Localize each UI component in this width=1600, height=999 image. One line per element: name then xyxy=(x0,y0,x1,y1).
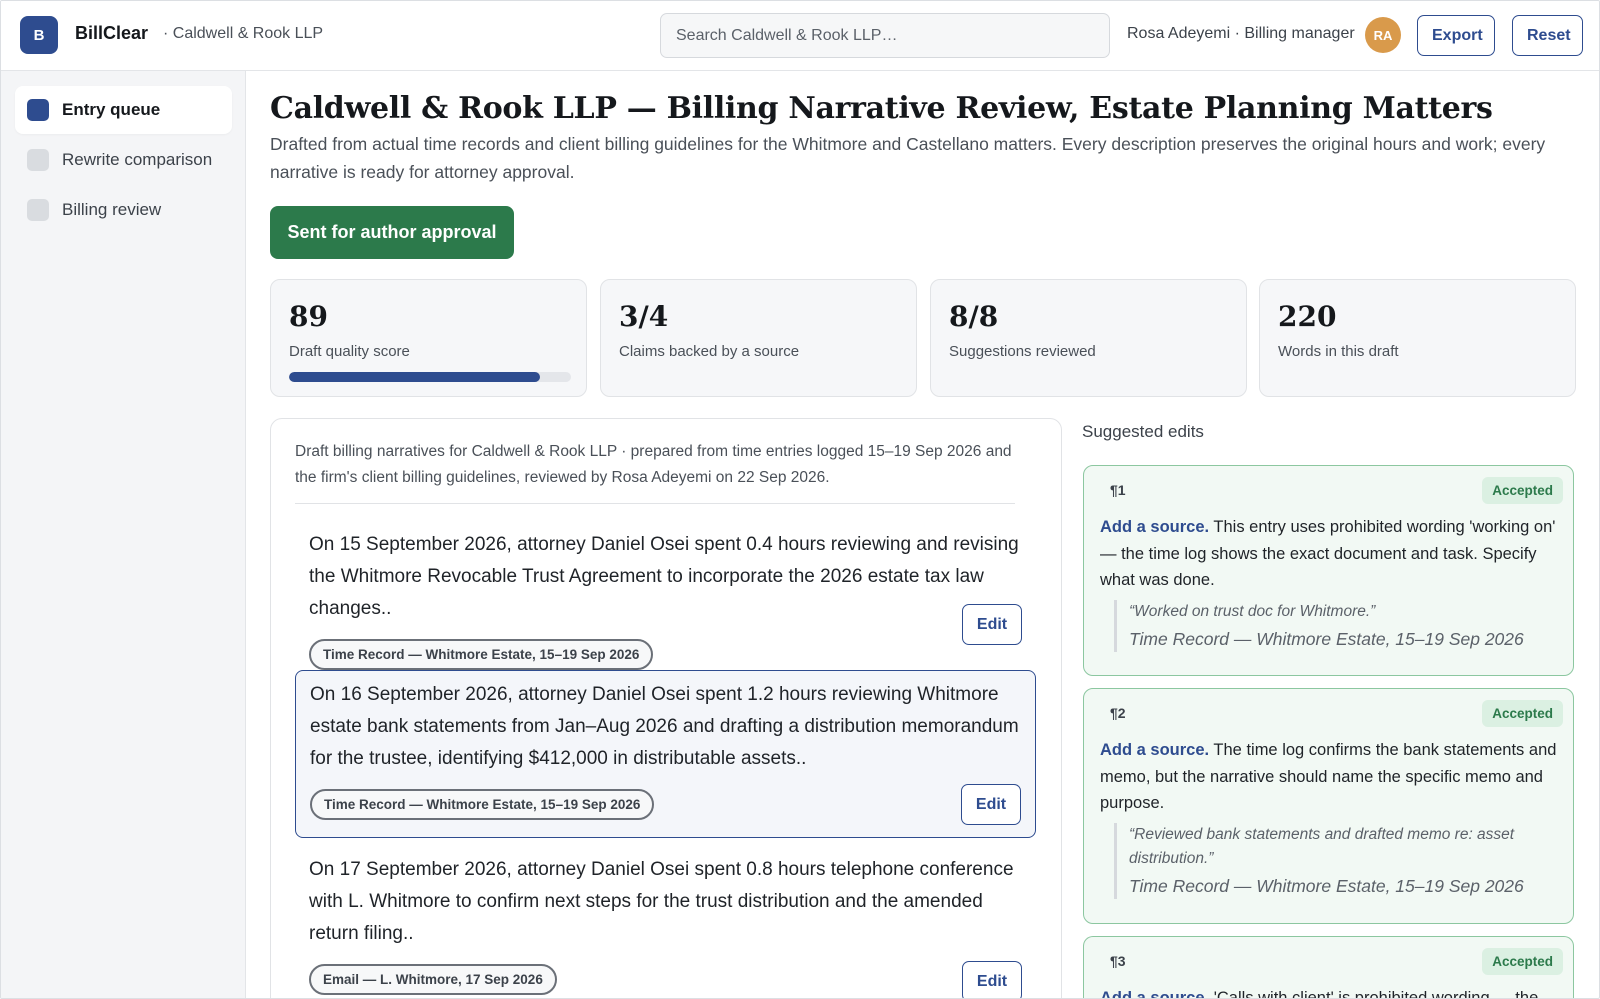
stat-card-claims: 3/4 Claims backed by a source xyxy=(600,279,917,397)
sidebar-item-label: Entry queue xyxy=(62,100,161,119)
quality-progress-bar xyxy=(289,372,571,382)
source-chip[interactable]: Email — L. Whitmore, 17 Sep 2026 xyxy=(309,964,557,995)
edit-button[interactable]: Edit xyxy=(961,784,1021,825)
paragraph-number: ¶1 xyxy=(1110,482,1126,498)
suggestion-body: Add a source. This entry uses prohibited… xyxy=(1100,514,1560,594)
status-badge: Accepted xyxy=(1482,700,1563,727)
paragraph-number: ¶3 xyxy=(1110,953,1126,969)
quality-progress-fill xyxy=(289,372,540,382)
quote-text: “Worked on trust doc for Whitmore.” xyxy=(1129,603,1376,620)
entry-text: On 15 September 2026, attorney Daniel Os… xyxy=(309,534,1019,619)
status-badge: Accepted xyxy=(1482,948,1563,975)
suggestion-quote: “Worked on trust doc for Whitmore.” Time… xyxy=(1114,600,1554,652)
top-bar: B BillClear · Caldwell & Rook LLP Rosa A… xyxy=(1,1,1599,71)
draft-document: Draft billing narratives for Caldwell & … xyxy=(270,418,1062,998)
sent-for-approval-button[interactable]: Sent for author approval xyxy=(270,206,514,259)
stat-value: 3/4 xyxy=(619,300,669,333)
quote-source: Time Record — Whitmore Estate, 15–19 Sep… xyxy=(1129,876,1524,896)
export-button[interactable]: Export xyxy=(1417,15,1495,56)
sidebar-item-label: Billing review xyxy=(62,200,162,219)
avatar[interactable]: RA xyxy=(1365,17,1401,53)
stat-label: Suggestions reviewed xyxy=(949,343,1096,360)
narrative-entry-selected[interactable]: On 16 September 2026, attorney Daniel Os… xyxy=(295,670,1036,838)
page-description: Drafted from actual time records and cli… xyxy=(270,134,1546,182)
sidebar-item-entry-queue[interactable]: Entry queue xyxy=(15,86,232,134)
sidebar-item-rewrite-comparison[interactable]: Rewrite comparison xyxy=(15,136,232,184)
suggestion-card[interactable]: ¶1 Accepted Add a source. This entry use… xyxy=(1083,465,1574,676)
add-source-link[interactable]: Add a source. xyxy=(1100,989,1209,998)
client-name: · Caldwell & Rook LLP xyxy=(163,25,324,42)
paragraph-number: ¶2 xyxy=(1110,705,1126,721)
sidebar-item-billing-review[interactable]: Billing review xyxy=(15,186,232,234)
suggestions-heading: Suggested edits xyxy=(1082,422,1204,441)
quote-source: Time Record — Whitmore Estate, 15–19 Sep… xyxy=(1129,629,1524,649)
stat-label: Words in this draft xyxy=(1278,343,1399,360)
entry-queue-icon xyxy=(27,99,49,121)
entry-text: On 17 September 2026, attorney Daniel Os… xyxy=(309,859,1014,944)
edit-button[interactable]: Edit xyxy=(962,961,1022,998)
add-source-link[interactable]: Add a source. xyxy=(1100,741,1209,759)
rewrite-comparison-icon xyxy=(27,149,49,171)
reset-button[interactable]: Reset xyxy=(1512,15,1583,56)
stat-card-suggestions: 8/8 Suggestions reviewed xyxy=(930,279,1247,397)
suggestion-text: 'Calls with client' is prohibited wordin… xyxy=(1213,989,1539,999)
billing-review-icon xyxy=(27,199,49,221)
suggestion-body: Add a source. 'Calls with client' is pro… xyxy=(1100,985,1570,999)
stat-value: 8/8 xyxy=(949,300,999,333)
stat-label: Draft quality score xyxy=(289,343,410,360)
draft-intro: Draft billing narratives for Caldwell & … xyxy=(295,439,1015,504)
add-source-link[interactable]: Add a source. xyxy=(1100,518,1209,536)
current-user: Rosa Adeyemi · Billing manager xyxy=(1127,25,1355,42)
sidebar-item-label: Rewrite comparison xyxy=(62,150,213,169)
quote-text: “Reviewed bank statements and drafted me… xyxy=(1129,826,1515,867)
suggestion-quote: “Reviewed bank statements and drafted me… xyxy=(1114,823,1554,899)
app-window: B BillClear · Caldwell & Rook LLP Rosa A… xyxy=(0,0,1600,999)
status-badge: Accepted xyxy=(1482,477,1563,504)
app-name: BillClear xyxy=(75,23,149,43)
suggestion-body: Add a source. The time log confirms the … xyxy=(1100,737,1560,817)
suggestion-card[interactable]: ¶2 Accepted Add a source. The time log c… xyxy=(1083,688,1574,924)
stat-value: 220 xyxy=(1278,300,1337,333)
edit-button[interactable]: Edit xyxy=(962,604,1022,645)
suggestion-card[interactable]: ¶3 Accepted Add a source. 'Calls with cl… xyxy=(1083,936,1574,999)
source-chip[interactable]: Time Record — Whitmore Estate, 15–19 Sep… xyxy=(310,789,655,820)
narrative-entry[interactable]: On 17 September 2026, attorney Daniel Os… xyxy=(295,846,1036,998)
stat-card-quality: 89 Draft quality score xyxy=(270,279,587,397)
stat-value: 89 xyxy=(289,300,328,333)
source-chip[interactable]: Time Record — Whitmore Estate, 15–19 Sep… xyxy=(309,639,654,670)
sidebar: Entry queue Rewrite comparison Billing r… xyxy=(1,71,246,998)
search-input[interactable] xyxy=(660,13,1110,58)
stat-label: Claims backed by a source xyxy=(619,343,800,360)
stat-card-words: 220 Words in this draft xyxy=(1259,279,1576,397)
app-logo[interactable]: B xyxy=(20,16,58,54)
entry-text: On 16 September 2026, attorney Daniel Os… xyxy=(310,684,1019,769)
narrative-entry[interactable]: On 15 September 2026, attorney Daniel Os… xyxy=(295,521,1036,670)
page-title: Caldwell & Rook LLP — Billing Narrative … xyxy=(270,91,1493,126)
